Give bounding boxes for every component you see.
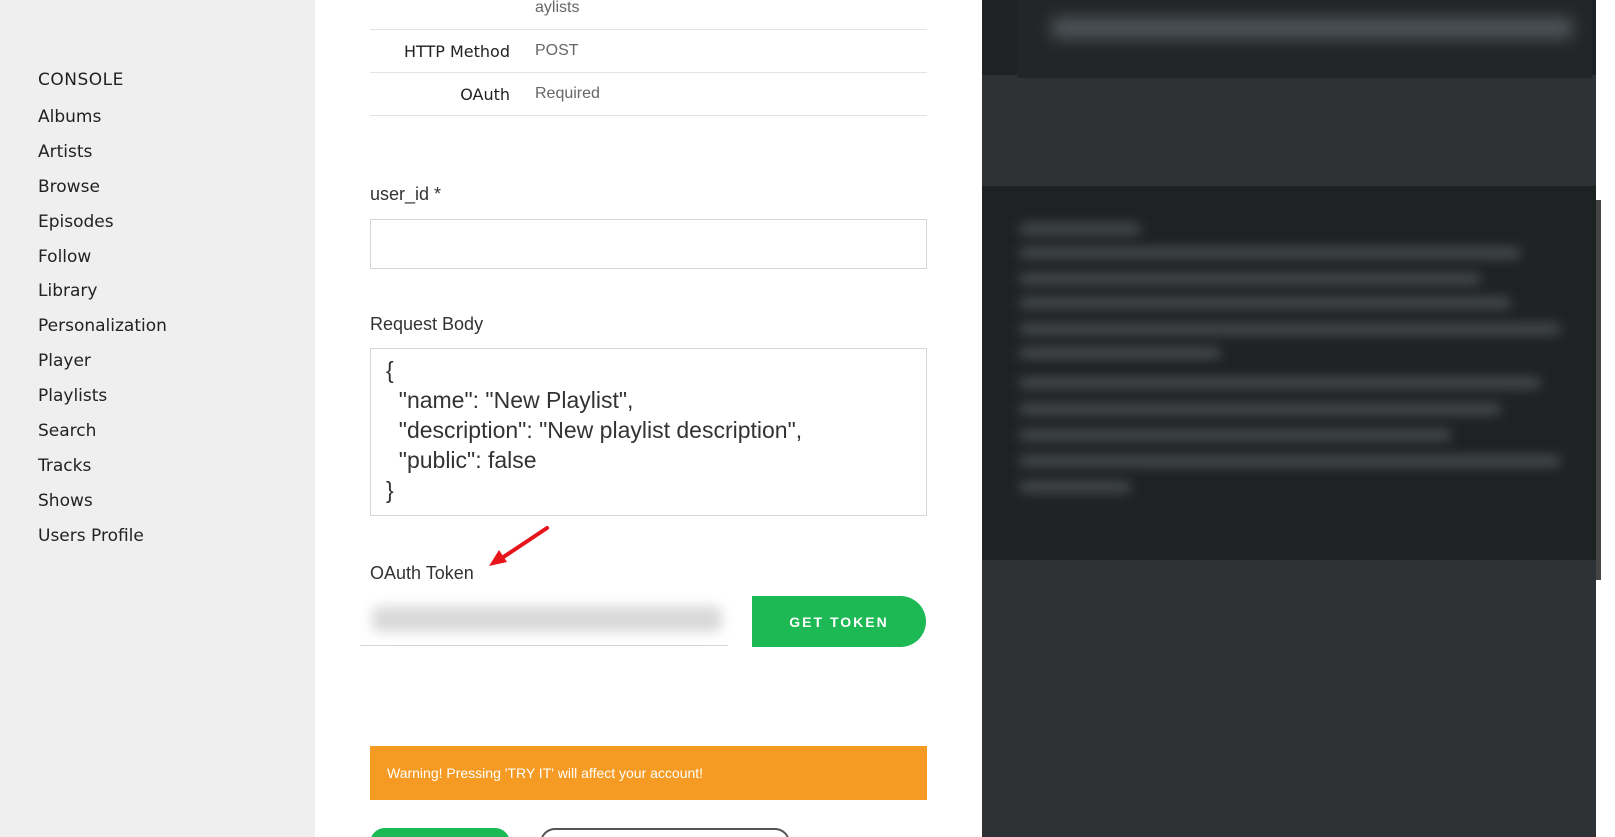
http-method-row: HTTP Method POST [370, 30, 927, 73]
sidebar-item-tracks[interactable]: Tracks [38, 453, 167, 488]
sidebar-item-browse[interactable]: Browse [38, 174, 167, 209]
sidebar-item-shows[interactable]: Shows [38, 488, 167, 523]
oauth-row: OAuth Required [370, 73, 927, 116]
oauth-token-label: OAuth Token [370, 563, 474, 583]
code-line [1020, 274, 1480, 284]
fill-sample-button[interactable] [540, 828, 790, 837]
get-token-button[interactable]: GET TOKEN [752, 596, 926, 647]
http-method-value: POST [535, 42, 579, 59]
oauth-value: Required [535, 85, 600, 102]
code-line [1020, 482, 1130, 492]
code-line [1020, 378, 1540, 388]
sidebar-item-episodes[interactable]: Episodes [38, 209, 167, 244]
sidebar-item-personalization[interactable]: Personalization [38, 313, 167, 348]
code-line [1020, 456, 1560, 466]
oauth-key: OAuth [460, 84, 510, 104]
code-line [1020, 348, 1220, 358]
oauth-token-input[interactable] [360, 590, 728, 646]
user-id-input[interactable] [370, 219, 927, 269]
code-block-redacted [982, 186, 1596, 560]
sidebar-heading: CONSOLE [38, 70, 124, 90]
main-content: aylists HTTP Method POST OAuth Required … [315, 0, 982, 837]
endpoint-info-table: aylists HTTP Method POST OAuth Required [370, 0, 927, 116]
http-method-key: HTTP Method [403, 41, 510, 61]
sidebar-item-search[interactable]: Search [38, 418, 167, 453]
code-line [1020, 248, 1520, 258]
code-line [1020, 430, 1450, 440]
endpoint-value: aylists [535, 0, 580, 16]
sidebar-item-users-profile[interactable]: Users Profile [38, 523, 167, 558]
annotation-arrow-icon [489, 526, 549, 566]
sidebar: CONSOLE Albums Artists Browse Episodes F… [0, 0, 315, 837]
code-line [1020, 324, 1560, 334]
panel-header-band [1017, 0, 1592, 78]
sidebar-item-player[interactable]: Player [38, 348, 167, 383]
token-value-redacted [372, 606, 722, 632]
sidebar-nav: Albums Artists Browse Episodes Follow Li… [38, 104, 167, 558]
try-it-button[interactable] [370, 828, 510, 837]
warning-banner: Warning! Pressing 'TRY IT' will affect y… [370, 746, 927, 800]
code-line [1020, 404, 1500, 414]
sidebar-item-library[interactable]: Library [38, 278, 167, 313]
panel-header-redacted [1052, 18, 1572, 38]
code-line [1020, 224, 1140, 234]
sidebar-item-albums[interactable]: Albums [38, 104, 167, 139]
sidebar-item-playlists[interactable]: Playlists [38, 383, 167, 418]
response-panel [982, 0, 1596, 837]
scrollbar-thumb[interactable] [1596, 200, 1601, 580]
sidebar-item-follow[interactable]: Follow [38, 244, 167, 279]
sidebar-item-artists[interactable]: Artists [38, 139, 167, 174]
request-body-label: Request Body [370, 314, 484, 334]
code-line [1020, 298, 1510, 308]
endpoint-row: aylists [370, 0, 927, 30]
user-id-label: user_id * [370, 184, 442, 204]
request-body-editor[interactable]: { "name": "New Playlist", "description":… [370, 348, 927, 516]
